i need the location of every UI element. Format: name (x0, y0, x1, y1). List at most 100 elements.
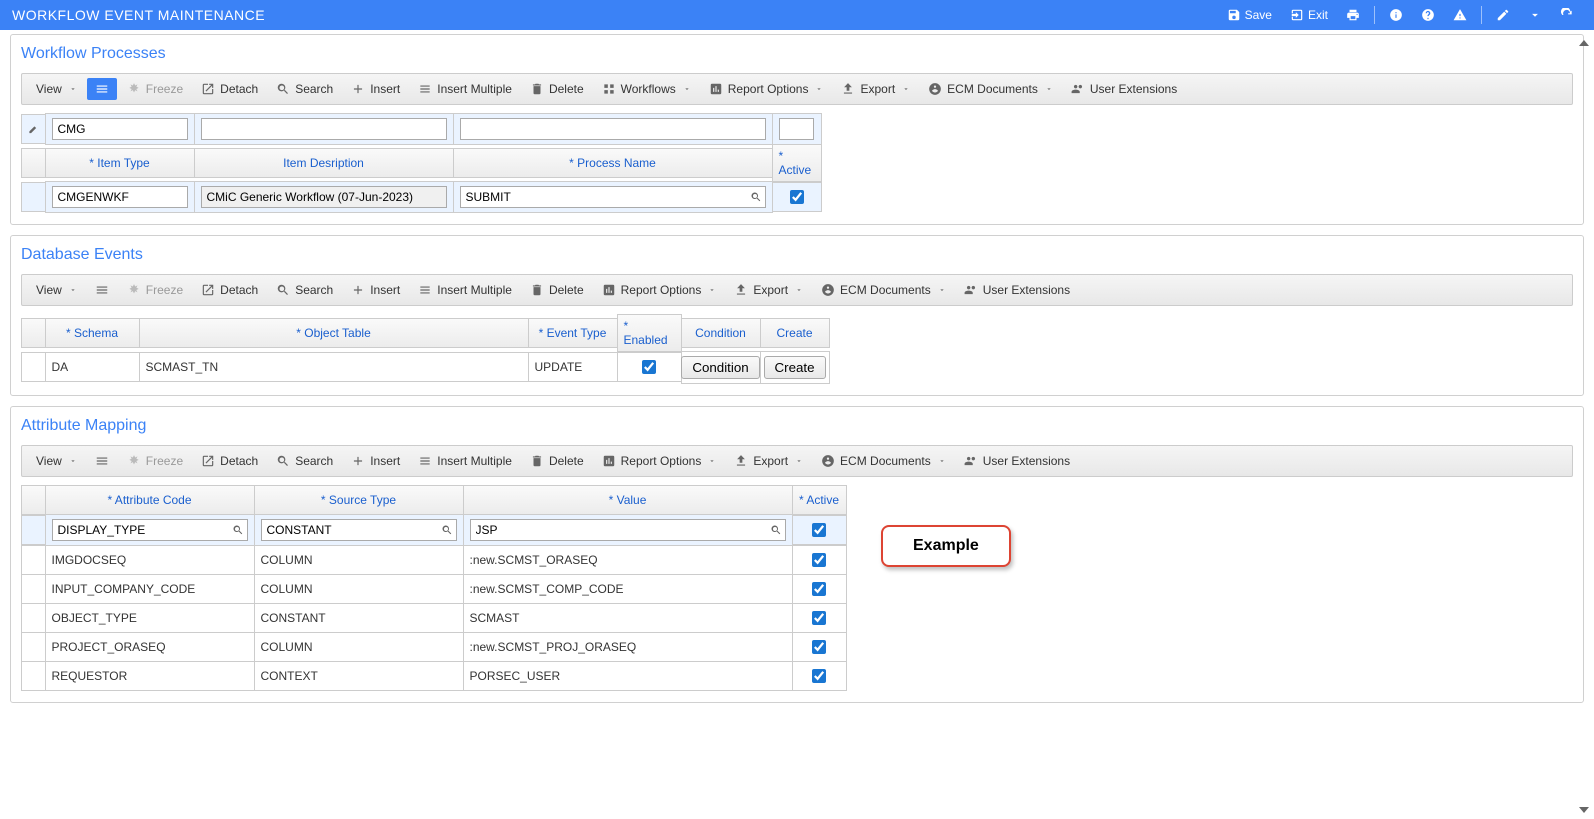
dropdown-button[interactable] (1520, 4, 1550, 26)
tb-ecm-ecm_documents[interactable]: ECM Documents (813, 279, 954, 301)
de-data-row[interactable]: DA SCMAST_TN UPDATE Condition Create (21, 351, 1573, 383)
row-selector[interactable] (21, 603, 46, 633)
col-create[interactable]: Create (760, 318, 830, 348)
tb-view[interactable]: View (28, 450, 85, 472)
tb-search-search[interactable]: Search (268, 78, 341, 100)
row-selector[interactable] (21, 661, 46, 691)
filter-handle[interactable] (21, 114, 46, 144)
wp-data-row[interactable] (21, 181, 1573, 212)
lookup-icon[interactable] (229, 524, 247, 536)
attribute-code-input[interactable] (53, 523, 229, 537)
value-lookup[interactable] (470, 519, 786, 541)
col-active[interactable]: * Active (792, 485, 847, 515)
tb-report-report_options[interactable]: Report Options (594, 279, 725, 301)
lookup-icon[interactable] (438, 524, 456, 536)
tb-export-export[interactable]: Export (726, 450, 811, 472)
filter-process-name[interactable] (460, 118, 766, 140)
tb-userext-user_extensions[interactable]: User Extensions (956, 279, 1078, 301)
process-name-input[interactable] (461, 190, 747, 204)
condition-button[interactable]: Condition (681, 356, 759, 379)
row-selector[interactable] (21, 545, 46, 575)
tb-toggle[interactable] (87, 78, 117, 100)
tb-delete-delete[interactable]: Delete (522, 450, 592, 472)
col-process-name[interactable]: * Process Name (453, 148, 773, 178)
tb-insert-insert[interactable]: Insert (343, 78, 408, 100)
col-attribute-code[interactable]: * Attribute Code (45, 485, 255, 515)
filter-item-type[interactable] (52, 118, 188, 140)
row-selector[interactable] (21, 574, 46, 604)
tb-export-export[interactable]: Export (726, 279, 811, 301)
col-object-table[interactable]: * Object Table (139, 318, 529, 348)
am-row[interactable] (21, 514, 1573, 545)
row-selector[interactable] (21, 632, 46, 662)
filter-active[interactable] (779, 118, 814, 140)
value-input[interactable] (471, 523, 767, 537)
tb-view[interactable]: View (28, 78, 85, 100)
tb-export-export[interactable]: Export (833, 78, 918, 100)
save-button[interactable]: Save (1219, 4, 1280, 26)
col-item-description[interactable]: Item Desription (194, 148, 454, 178)
col-condition[interactable]: Condition (681, 318, 761, 348)
tb-insert-insert[interactable]: Insert (343, 279, 408, 301)
tb-detach-detach[interactable]: Detach (193, 450, 266, 472)
tb-ecm-ecm_documents[interactable]: ECM Documents (813, 450, 954, 472)
tb-search-search[interactable]: Search (268, 450, 341, 472)
print-button[interactable] (1338, 4, 1368, 26)
tb-insertm-insert_multiple[interactable]: Insert Multiple (410, 450, 520, 472)
tb-toggle[interactable] (87, 450, 117, 472)
scroll-down-icon[interactable] (1579, 807, 1589, 813)
active-checkbox[interactable] (812, 611, 826, 625)
help-button[interactable] (1413, 4, 1443, 26)
tb-report-report_options[interactable]: Report Options (701, 78, 832, 100)
am-row[interactable]: REQUESTORCONTEXTPORSEC_USER (21, 661, 1573, 690)
active-checkbox[interactable] (812, 553, 826, 567)
tb-report-report_options[interactable]: Report Options (594, 450, 725, 472)
active-checkbox[interactable] (812, 582, 826, 596)
active-checkbox[interactable] (812, 523, 826, 537)
tb-insert-insert[interactable]: Insert (343, 450, 408, 472)
col-value[interactable]: * Value (463, 485, 793, 515)
tb-insertm-insert_multiple[interactable]: Insert Multiple (410, 78, 520, 100)
attribute-code-lookup[interactable] (52, 519, 248, 541)
tb-toggle[interactable] (87, 279, 117, 301)
am-row[interactable]: PROJECT_ORASEQCOLUMN:new.SCMST_PROJ_ORAS… (21, 632, 1573, 661)
am-row[interactable]: OBJECT_TYPECONSTANTSCMAST (21, 603, 1573, 632)
col-schema[interactable]: * Schema (45, 318, 140, 348)
row-selector[interactable] (21, 515, 46, 545)
am-row[interactable]: IMGDOCSEQCOLUMN:new.SCMST_ORASEQ (21, 545, 1573, 574)
active-checkbox[interactable] (812, 640, 826, 654)
tb-userext-user_extensions[interactable]: User Extensions (1063, 78, 1185, 100)
scroll-up-icon[interactable] (1579, 40, 1589, 46)
info-button[interactable] (1381, 4, 1411, 26)
tb-delete-delete[interactable]: Delete (522, 279, 592, 301)
tb-view[interactable]: View (28, 279, 85, 301)
create-button[interactable]: Create (764, 356, 826, 379)
filter-item-description[interactable] (201, 118, 447, 140)
tb-userext-user_extensions[interactable]: User Extensions (956, 450, 1078, 472)
am-row[interactable]: INPUT_COMPANY_CODECOLUMN:new.SCMST_COMP_… (21, 574, 1573, 603)
col-item-type[interactable]: * Item Type (45, 148, 195, 178)
tb-workflows-workflows[interactable]: Workflows (594, 78, 699, 100)
col-active[interactable]: * Active (772, 144, 822, 182)
row-selector[interactable] (21, 352, 46, 382)
active-checkbox[interactable] (790, 190, 804, 204)
refresh-button[interactable] (1552, 4, 1582, 26)
item-type-lookup[interactable] (52, 186, 188, 208)
tb-ecm-ecm_documents[interactable]: ECM Documents (920, 78, 1061, 100)
exit-button[interactable]: Exit (1282, 4, 1336, 26)
tb-detach-detach[interactable]: Detach (193, 78, 266, 100)
tb-delete-delete[interactable]: Delete (522, 78, 592, 100)
row-selector[interactable] (21, 182, 46, 212)
enabled-checkbox[interactable] (642, 360, 656, 374)
col-enabled[interactable]: * Enabled (617, 314, 682, 352)
tb-search-search[interactable]: Search (268, 279, 341, 301)
tb-insertm-insert_multiple[interactable]: Insert Multiple (410, 279, 520, 301)
tb-detach-detach[interactable]: Detach (193, 279, 266, 301)
process-name-lookup[interactable] (460, 186, 766, 208)
source-type-lookup[interactable] (261, 519, 457, 541)
vertical-scrollbar[interactable] (1576, 40, 1592, 813)
alert-button[interactable] (1445, 4, 1475, 26)
col-event-type[interactable]: * Event Type (528, 318, 618, 348)
active-checkbox[interactable] (812, 669, 826, 683)
col-source-type[interactable]: * Source Type (254, 485, 464, 515)
